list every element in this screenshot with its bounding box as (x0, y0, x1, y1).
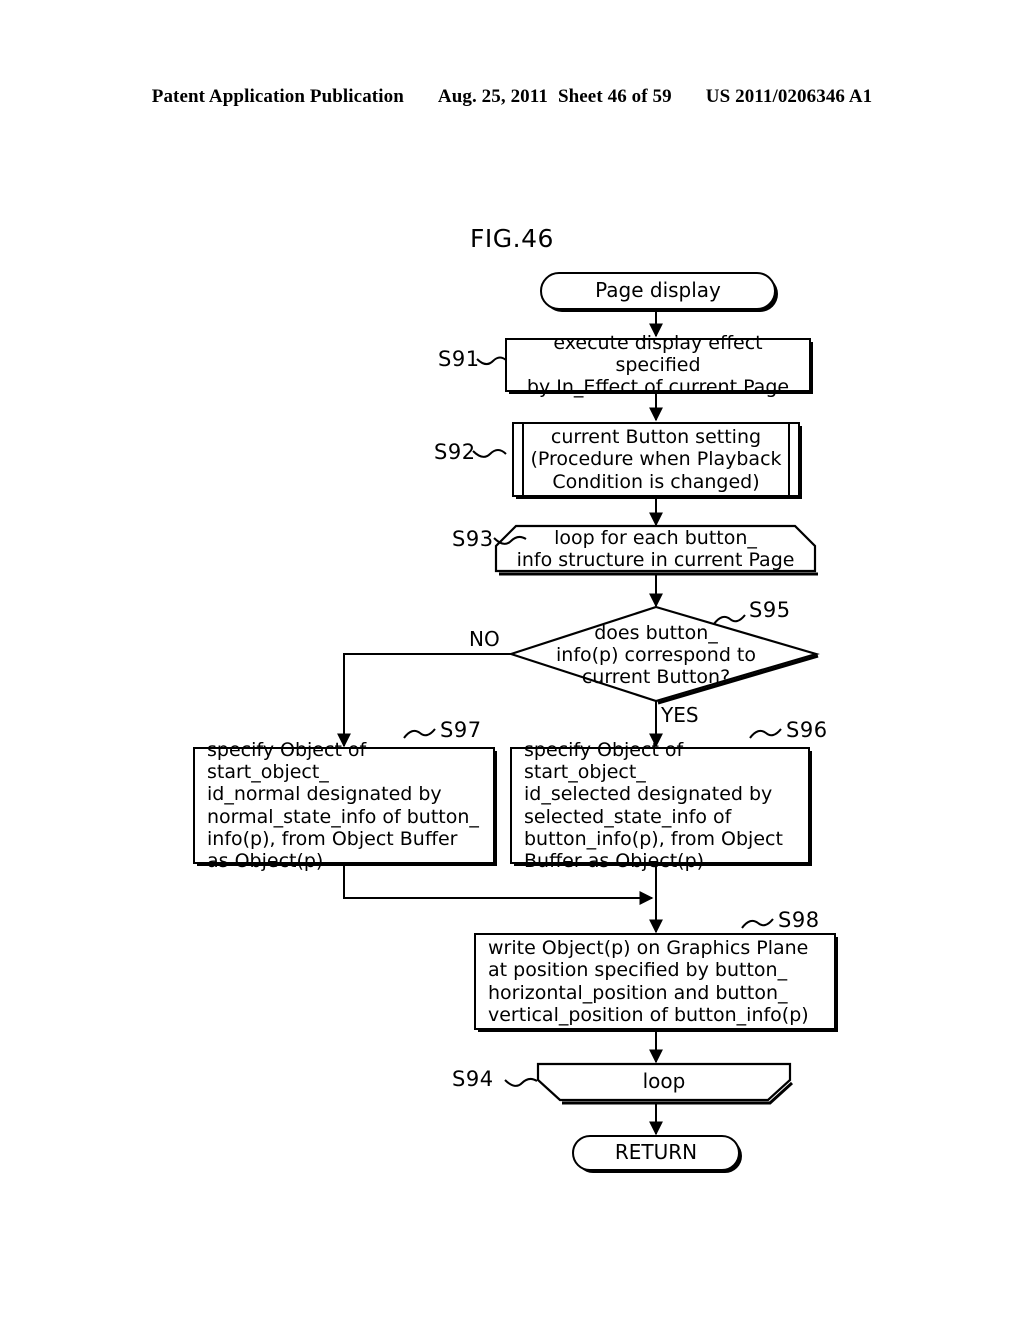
predefined-process-box-s92[interactable]: current Button setting (Procedure when P… (512, 422, 800, 497)
terminal-page-display[interactable]: Page display (540, 272, 776, 310)
leader-s94 (504, 1077, 538, 1087)
decision-box-s95[interactable]: does button_ info(p) correspond to curre… (541, 621, 771, 689)
branch-label-no: NO (469, 627, 500, 651)
process-box-s91[interactable]: execute display effect specified by In_E… (505, 332, 811, 398)
connector-s95-no-to-s97 (337, 653, 511, 748)
loop-end-box-s94-label: loop (642, 1069, 686, 1094)
process-box-s97[interactable]: specify Object of start_object_ id_norma… (193, 739, 495, 872)
process-box-s96-label: specify Object of start_object_ id_selec… (524, 739, 783, 872)
terminal-page-display-label: Page display (595, 278, 721, 303)
step-id-s96: S96 (786, 718, 828, 742)
process-box-s97-label: specify Object of start_object_ id_norma… (207, 739, 479, 872)
predefined-process-left-bar (522, 424, 524, 495)
decision-box-s95-label: does button_ info(p) correspond to curre… (556, 621, 756, 689)
step-id-s93: S93 (452, 527, 494, 551)
step-id-s91: S91 (438, 347, 480, 371)
leader-s92 (472, 449, 507, 458)
predefined-process-right-bar (788, 424, 790, 495)
leader-s91 (476, 356, 508, 365)
loop-start-box-s93[interactable]: loop for each button_ info structure in … (496, 527, 815, 571)
terminal-return[interactable]: RETURN (572, 1135, 740, 1171)
leader-s96 (749, 728, 782, 739)
process-box-s96[interactable]: specify Object of start_object_ id_selec… (510, 739, 810, 872)
process-box-s98[interactable]: write Object(p) on Graphics Plane at pos… (474, 933, 836, 1030)
process-box-s91-label: execute display effect specified by In_E… (526, 331, 790, 399)
predefined-process-box-s92-label: current Button setting (Procedure when P… (530, 426, 782, 493)
step-id-s94: S94 (452, 1067, 494, 1091)
step-id-s95: S95 (749, 598, 791, 622)
leader-s98 (741, 918, 774, 929)
flowchart-diagram (337, 310, 820, 1136)
terminal-return-label: RETURN (614, 1140, 698, 1165)
step-id-s97: S97 (440, 718, 482, 742)
loop-start-box-s93-label: loop for each button_ info structure in … (516, 526, 795, 571)
step-id-s92: S92 (434, 440, 476, 464)
process-box-s98-label: write Object(p) on Graphics Plane at pos… (488, 937, 809, 1026)
loop-end-box-s94[interactable]: loop (538, 1064, 790, 1100)
leader-s97 (403, 728, 436, 739)
step-id-s98: S98 (778, 908, 820, 932)
branch-label-yes: YES (661, 703, 699, 727)
